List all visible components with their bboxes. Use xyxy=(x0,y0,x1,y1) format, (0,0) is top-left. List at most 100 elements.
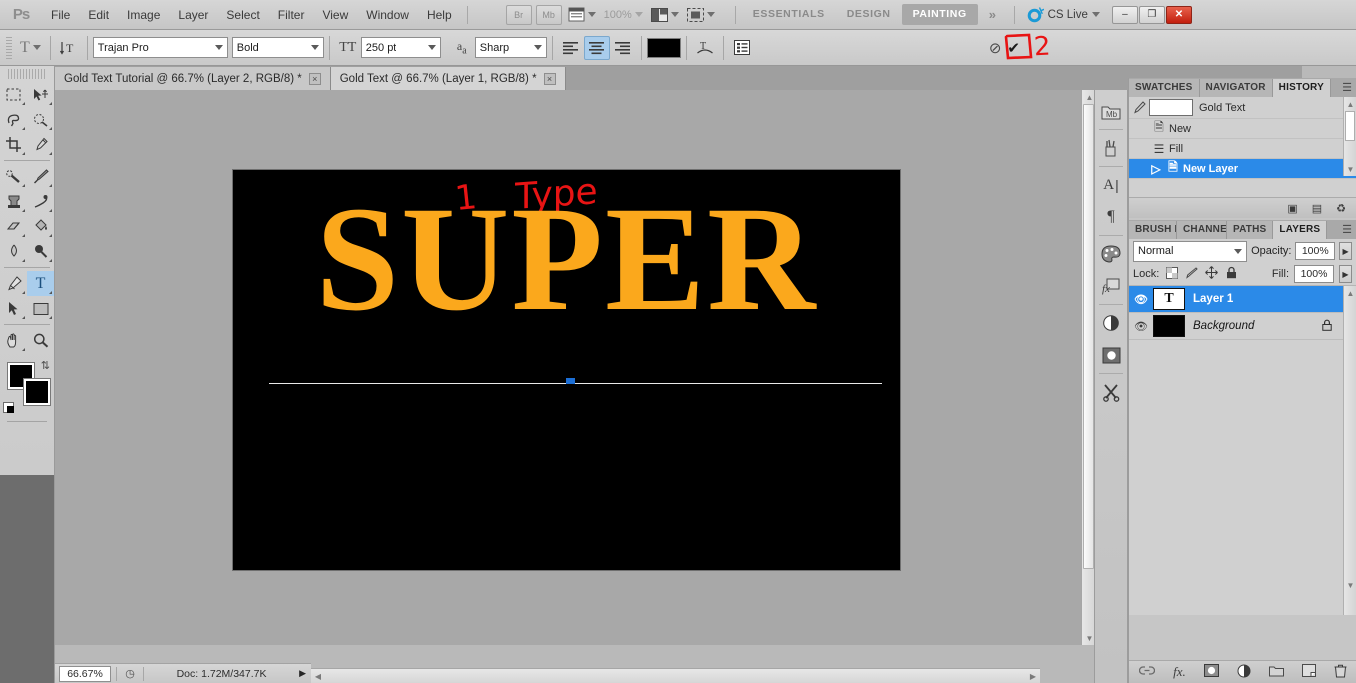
tool-path-selection[interactable] xyxy=(0,296,27,321)
canvas-vertical-scrollbar[interactable]: ▲ ▼ xyxy=(1081,90,1095,645)
tab-layers[interactable]: LAYERS xyxy=(1273,221,1328,239)
workspace-painting[interactable]: PAINTING xyxy=(901,4,978,25)
arrange-documents-button[interactable] xyxy=(648,4,682,26)
fill-slider-button[interactable]: ▶ xyxy=(1339,265,1352,283)
new-layer-button[interactable] xyxy=(1301,664,1316,680)
tool-healing-brush[interactable] xyxy=(0,164,27,189)
text-orientation-button[interactable]: T xyxy=(56,36,82,60)
workspace-essentials[interactable]: ESSENTIALS xyxy=(742,4,836,25)
fill-field[interactable]: 100% xyxy=(1294,265,1334,283)
blend-mode-select[interactable]: Normal xyxy=(1133,240,1248,262)
link-layers-button[interactable] xyxy=(1139,665,1156,679)
layer-thumbnail-text[interactable]: T xyxy=(1153,288,1185,310)
tool-crop[interactable] xyxy=(0,132,27,157)
anti-alias-select[interactable]: Sharp xyxy=(474,37,547,58)
close-icon[interactable]: × xyxy=(308,72,321,85)
tab-paths[interactable]: PATHS xyxy=(1227,221,1274,239)
tool-blur[interactable] xyxy=(0,239,27,264)
tool-paint-bucket[interactable] xyxy=(27,214,54,239)
tool-move[interactable] xyxy=(27,82,54,107)
tool-lasso[interactable] xyxy=(0,107,27,132)
tab-navigator[interactable]: NAVIGATOR xyxy=(1199,79,1273,97)
scroll-up-icon[interactable]: ▲ xyxy=(1345,98,1356,110)
tool-hand[interactable] xyxy=(0,328,27,353)
swap-colors-icon[interactable]: ⇅ xyxy=(41,359,50,372)
font-size-select[interactable]: 250 pt xyxy=(360,37,441,58)
menu-file[interactable]: File xyxy=(42,0,79,30)
delete-layer-button[interactable] xyxy=(1334,664,1347,681)
snapshot-source-box[interactable] xyxy=(1129,98,1149,118)
panel-menu-icon[interactable]: ☰ xyxy=(1342,223,1352,236)
history-scroll-thumb[interactable] xyxy=(1345,111,1355,141)
scroll-up-icon[interactable]: ▲ xyxy=(1345,287,1356,299)
history-state-source-box[interactable] xyxy=(1129,159,1149,179)
canvas-text-super[interactable]: SUPER xyxy=(233,184,900,334)
tool-zoom[interactable] xyxy=(27,328,54,353)
tool-pen[interactable] xyxy=(0,271,27,296)
tool-marquee[interactable] xyxy=(0,82,27,107)
masks-panel-icon[interactable] xyxy=(1096,340,1126,370)
scroll-down-icon[interactable]: ▼ xyxy=(1345,163,1356,175)
tool-quick-selection[interactable] xyxy=(27,107,54,132)
document-tab-gold-text-tutorial[interactable]: Gold Text Tutorial @ 66.7% (Layer 2, RGB… xyxy=(55,67,331,90)
opacity-slider-button[interactable]: ▶ xyxy=(1339,242,1353,260)
workspace-design[interactable]: DESIGN xyxy=(836,4,902,25)
cs-live-button[interactable]: CS Live xyxy=(1021,6,1106,23)
lock-transparent-pixels-icon[interactable] xyxy=(1164,266,1179,282)
canvas-horizontal-scrollbar[interactable]: ◀ ▶ xyxy=(311,668,1040,683)
menu-help[interactable]: Help xyxy=(418,0,461,30)
paragraph-panel-icon[interactable]: ¶ xyxy=(1096,202,1126,232)
menu-select[interactable]: Select xyxy=(217,0,268,30)
align-left-button[interactable] xyxy=(558,36,584,60)
lock-image-pixels-icon[interactable] xyxy=(1184,266,1199,282)
tab-brush-presets[interactable]: BRUSH P xyxy=(1129,221,1177,239)
minimize-button[interactable]: – xyxy=(1111,5,1138,24)
commit-edits-button[interactable]: ✔ xyxy=(1007,40,1020,57)
timer-icon[interactable]: ◷ xyxy=(122,667,138,680)
delete-state-button[interactable]: ♻ xyxy=(1336,202,1346,215)
restore-button[interactable]: ❐ xyxy=(1138,5,1165,24)
history-state-source-box[interactable] xyxy=(1129,139,1149,159)
scroll-left-icon[interactable]: ◀ xyxy=(312,670,324,682)
align-center-button[interactable] xyxy=(583,35,610,60)
tool-rectangle[interactable] xyxy=(27,296,54,321)
history-state-new[interactable]: 🗎 New xyxy=(1129,119,1356,139)
menu-view[interactable]: View xyxy=(313,0,357,30)
screen-mode-button[interactable] xyxy=(684,4,718,26)
mini-bridge-icon[interactable]: Mb xyxy=(1096,96,1126,126)
status-expand-button[interactable]: ▶ xyxy=(294,668,311,679)
font-style-select[interactable]: Bold xyxy=(231,37,324,58)
tool-eraser[interactable] xyxy=(0,214,27,239)
scroll-down-icon[interactable]: ▼ xyxy=(1345,579,1356,591)
adjustment-layer-button[interactable] xyxy=(1237,664,1251,681)
tool-clone-stamp[interactable] xyxy=(0,189,27,214)
layer-thumbnail-background[interactable] xyxy=(1153,315,1185,337)
panel-menu-icon[interactable]: ☰ xyxy=(1342,81,1352,94)
color-panel-icon[interactable] xyxy=(1096,239,1126,269)
adjustments-panel-icon[interactable] xyxy=(1096,308,1126,338)
history-state-new-layer[interactable]: ▷ 🗎 New Layer xyxy=(1129,159,1356,179)
cancel-edits-button[interactable]: ⊘ xyxy=(989,39,1002,57)
tool-dodge[interactable] xyxy=(27,239,54,264)
font-family-select[interactable]: Trajan Pro xyxy=(92,37,228,58)
canvas-area[interactable]: 1 Type SUPER xyxy=(55,90,1095,645)
menu-layer[interactable]: Layer xyxy=(169,0,217,30)
canvas-vscroll-thumb[interactable] xyxy=(1083,104,1094,569)
history-state-source-box[interactable] xyxy=(1129,119,1149,139)
view-extras-button[interactable] xyxy=(565,4,599,26)
scroll-right-icon[interactable]: ▶ xyxy=(1027,670,1039,682)
create-snapshot-button[interactable]: ▤ xyxy=(1312,202,1322,215)
layer-visibility-icon[interactable]: 👁 xyxy=(1129,320,1153,333)
new-group-button[interactable] xyxy=(1268,665,1284,680)
menu-window[interactable]: Window xyxy=(357,0,418,30)
menu-edit[interactable]: Edit xyxy=(79,0,118,30)
layer-mask-button[interactable] xyxy=(1203,664,1219,680)
zoom-level-display[interactable]: 100% xyxy=(601,4,646,26)
menu-image[interactable]: Image xyxy=(118,0,169,30)
tab-channels[interactable]: CHANNE xyxy=(1177,221,1227,239)
launch-mini-bridge-button[interactable]: Mb xyxy=(535,4,562,25)
layer-visibility-icon[interactable]: 👁 xyxy=(1129,293,1153,306)
background-color-swatch[interactable] xyxy=(24,379,50,405)
text-color-swatch[interactable] xyxy=(646,37,681,58)
tools-panel-grip[interactable] xyxy=(8,69,46,79)
